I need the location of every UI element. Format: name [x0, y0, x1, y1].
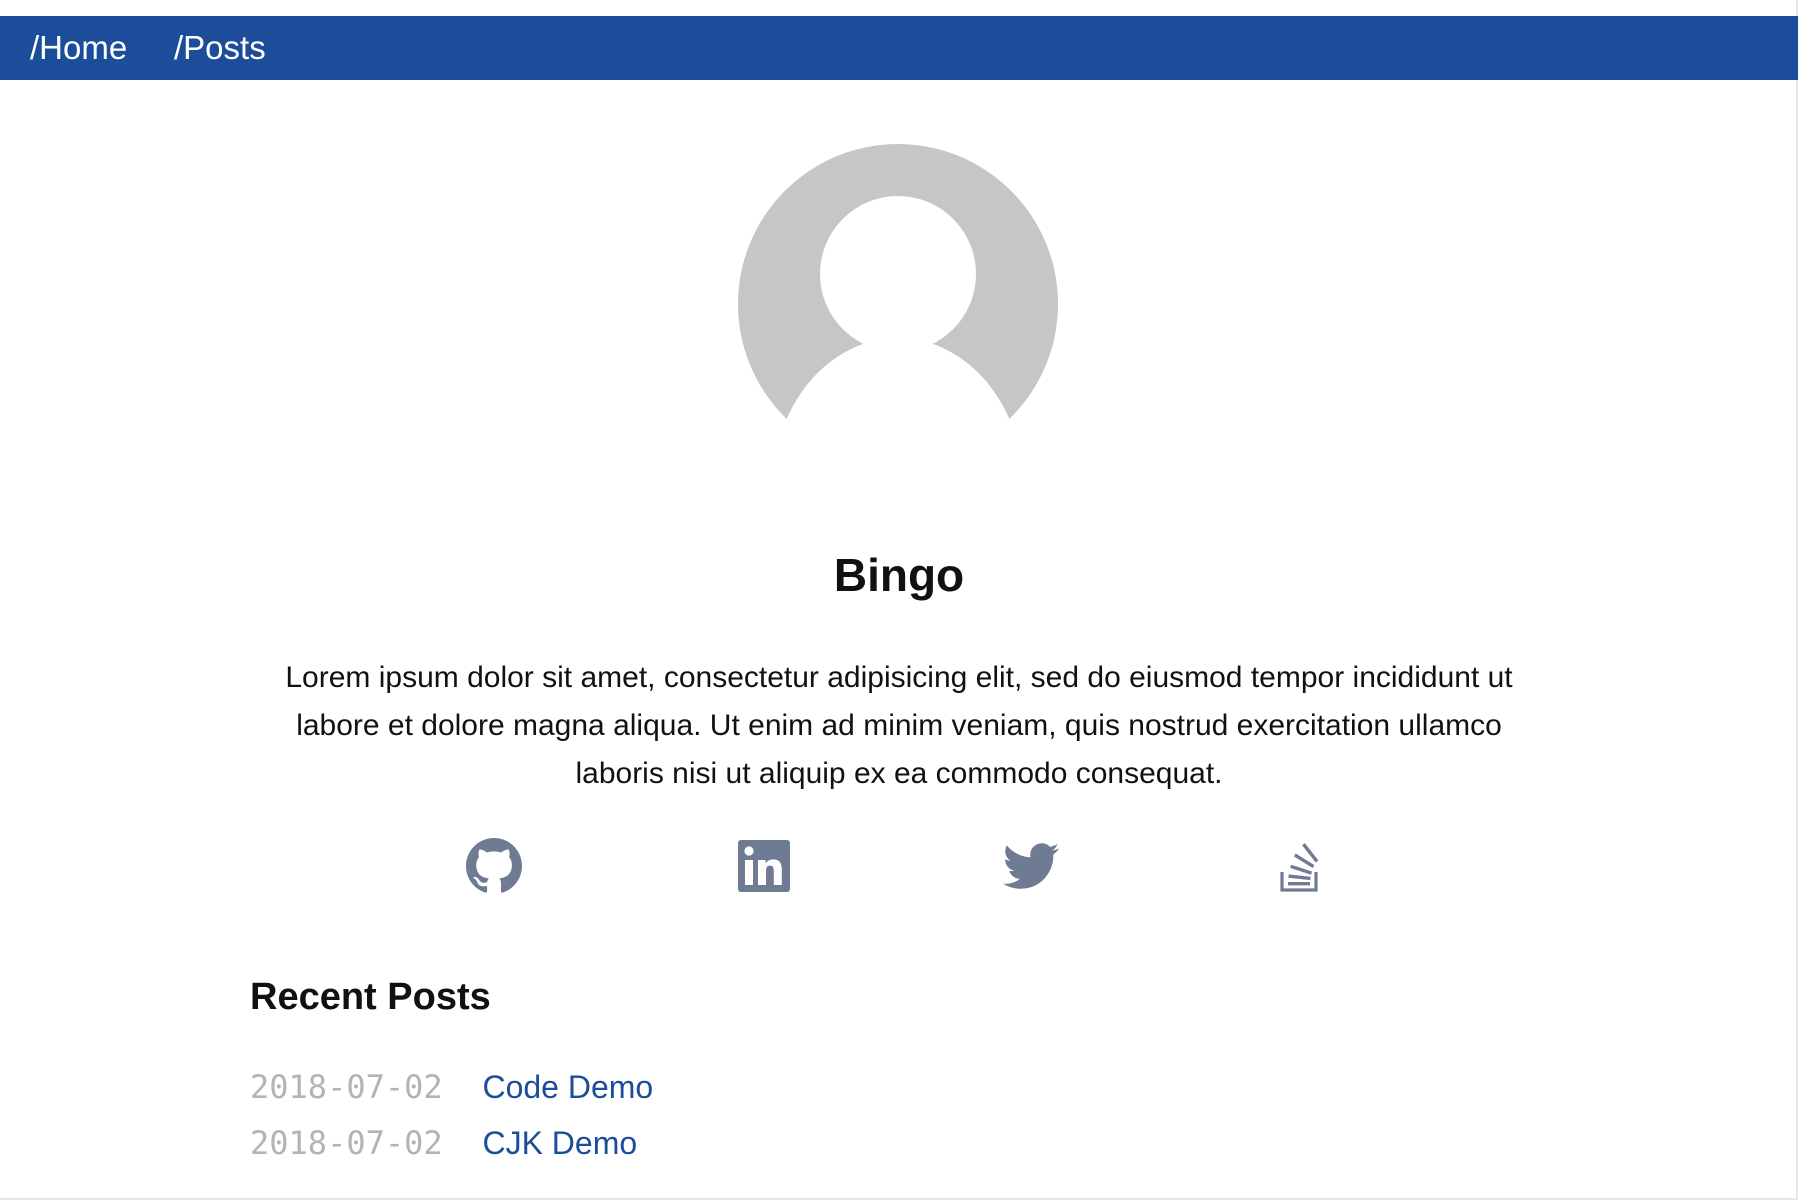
linkedin-link[interactable]	[736, 838, 792, 894]
post-link-cjk-demo[interactable]: CJK Demo	[482, 1118, 637, 1168]
profile-bio: Lorem ipsum dolor sit amet, consectetur …	[285, 661, 1513, 790]
stackoverflow-link[interactable]	[1273, 838, 1329, 894]
top-navbar: /Home /Posts	[0, 16, 1798, 80]
linkedin-icon	[738, 840, 790, 892]
post-date: 2018-07-02	[250, 1068, 443, 1106]
recent-posts-heading: Recent Posts	[250, 976, 491, 1018]
stackoverflow-icon	[1280, 843, 1319, 892]
twitter-link[interactable]	[1003, 838, 1059, 894]
post-link-code-demo[interactable]: Code Demo	[482, 1062, 653, 1112]
list-item: 2018-07-02 Code Demo	[250, 1062, 653, 1112]
github-link[interactable]	[466, 838, 522, 894]
nav-link-home[interactable]: /Home	[30, 16, 127, 80]
nav-link-posts[interactable]: /Posts	[174, 16, 266, 80]
default-user-avatar-icon	[738, 144, 1058, 464]
avatar	[738, 144, 1058, 464]
post-date: 2018-07-02	[250, 1124, 443, 1162]
list-item: 2018-07-02 CJK Demo	[250, 1118, 637, 1168]
github-icon	[466, 838, 522, 893]
page: /Home /Posts Bingo Lorem ipsum dolor sit…	[0, 0, 1798, 1200]
twitter-icon	[1003, 843, 1059, 889]
profile-name: Bingo	[833, 549, 965, 601]
